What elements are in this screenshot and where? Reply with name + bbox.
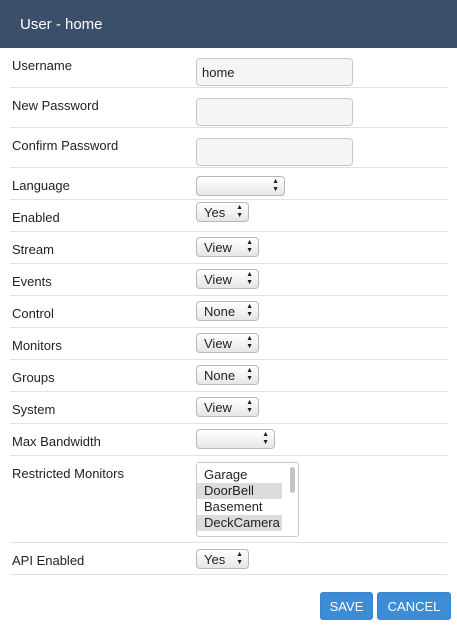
updown-arrows-icon: ▲ ▼ — [246, 239, 253, 254]
row-groups: Groups None ▲ ▼ — [10, 360, 447, 392]
user-form: Username home New Password Confirm Passw… — [10, 48, 447, 575]
confirm-password-label: Confirm Password — [12, 138, 119, 153]
monitors-value: View — [204, 335, 232, 351]
groups-label: Groups — [12, 370, 55, 385]
dialog-title: User - home — [20, 15, 103, 33]
updown-arrows-icon: ▲ ▼ — [262, 431, 269, 446]
control-value: None — [204, 303, 236, 319]
row-max-bandwidth: Max Bandwidth ▲ ▼ — [10, 424, 447, 456]
dialog-header: User - home — [0, 0, 457, 48]
updown-arrows-icon: ▲ ▼ — [246, 399, 253, 414]
api-enabled-select[interactable]: Yes ▲ ▼ — [196, 549, 249, 569]
row-api-enabled: API Enabled Yes ▲ ▼ — [10, 543, 447, 575]
row-confirm-password: Confirm Password — [10, 128, 447, 168]
max-bandwidth-select[interactable]: ▲ ▼ — [196, 429, 275, 449]
system-select[interactable]: View ▲ ▼ — [196, 397, 259, 417]
updown-arrows-icon: ▲ ▼ — [246, 335, 253, 350]
language-label: Language — [12, 178, 70, 193]
new-password-input[interactable] — [196, 98, 353, 126]
updown-arrows-icon: ▲ ▼ — [272, 178, 279, 193]
api-enabled-label: API Enabled — [12, 553, 85, 568]
enabled-select[interactable]: Yes ▲ ▼ — [196, 202, 249, 222]
row-stream: Stream View ▲ ▼ — [10, 232, 447, 264]
language-select[interactable]: ▲ ▼ — [196, 176, 285, 196]
events-select[interactable]: View ▲ ▼ — [196, 269, 259, 289]
monitors-label: Monitors — [12, 338, 62, 353]
events-value: View — [204, 271, 232, 287]
system-label: System — [12, 402, 56, 417]
row-new-password: New Password — [10, 88, 447, 128]
updown-arrows-icon: ▲ ▼ — [246, 367, 253, 382]
stream-label: Stream — [12, 242, 54, 257]
username-input[interactable]: home — [196, 58, 353, 86]
row-username: Username home — [10, 48, 447, 88]
save-button[interactable]: SAVE — [320, 592, 373, 620]
row-restricted-monitors: Restricted Monitors Garage DoorBell Base… — [10, 456, 447, 543]
updown-arrows-icon: ▲ ▼ — [246, 303, 253, 318]
row-events: Events View ▲ ▼ — [10, 264, 447, 296]
enabled-value: Yes — [204, 204, 226, 220]
updown-arrows-icon: ▲ ▼ — [246, 271, 253, 286]
monitors-select[interactable]: View ▲ ▼ — [196, 333, 259, 353]
control-label: Control — [12, 306, 54, 321]
row-language: Language ▲ ▼ — [10, 168, 447, 200]
restricted-monitors-listbox[interactable]: Garage DoorBell Basement DeckCamera — [196, 462, 299, 537]
cancel-button[interactable]: CANCEL — [377, 592, 451, 620]
row-enabled: Enabled Yes ▲ ▼ — [10, 200, 447, 232]
updown-arrows-icon: ▲ ▼ — [236, 204, 243, 219]
new-password-label: New Password — [12, 98, 99, 113]
updown-arrows-icon: ▲ ▼ — [236, 551, 243, 566]
stream-value: View — [204, 239, 232, 255]
restricted-monitors-label: Restricted Monitors — [12, 466, 124, 481]
listbox-option-garage[interactable]: Garage — [197, 467, 282, 483]
api-enabled-value: Yes — [204, 551, 226, 567]
row-control: Control None ▲ ▼ — [10, 296, 447, 328]
system-value: View — [204, 399, 232, 415]
stream-select[interactable]: View ▲ ▼ — [196, 237, 259, 257]
events-label: Events — [12, 274, 52, 289]
enabled-label: Enabled — [12, 210, 60, 225]
listbox-scrollbar[interactable] — [290, 467, 295, 493]
listbox-option-deckcamera[interactable]: DeckCamera — [197, 515, 282, 531]
row-monitors: Monitors View ▲ ▼ — [10, 328, 447, 360]
username-label: Username — [12, 58, 72, 73]
confirm-password-input[interactable] — [196, 138, 353, 166]
control-select[interactable]: None ▲ ▼ — [196, 301, 259, 321]
groups-select[interactable]: None ▲ ▼ — [196, 365, 259, 385]
max-bandwidth-label: Max Bandwidth — [12, 434, 101, 449]
row-system: System View ▲ ▼ — [10, 392, 447, 424]
groups-value: None — [204, 367, 236, 383]
listbox-option-doorbell[interactable]: DoorBell — [197, 483, 282, 499]
listbox-option-basement[interactable]: Basement — [197, 499, 282, 515]
